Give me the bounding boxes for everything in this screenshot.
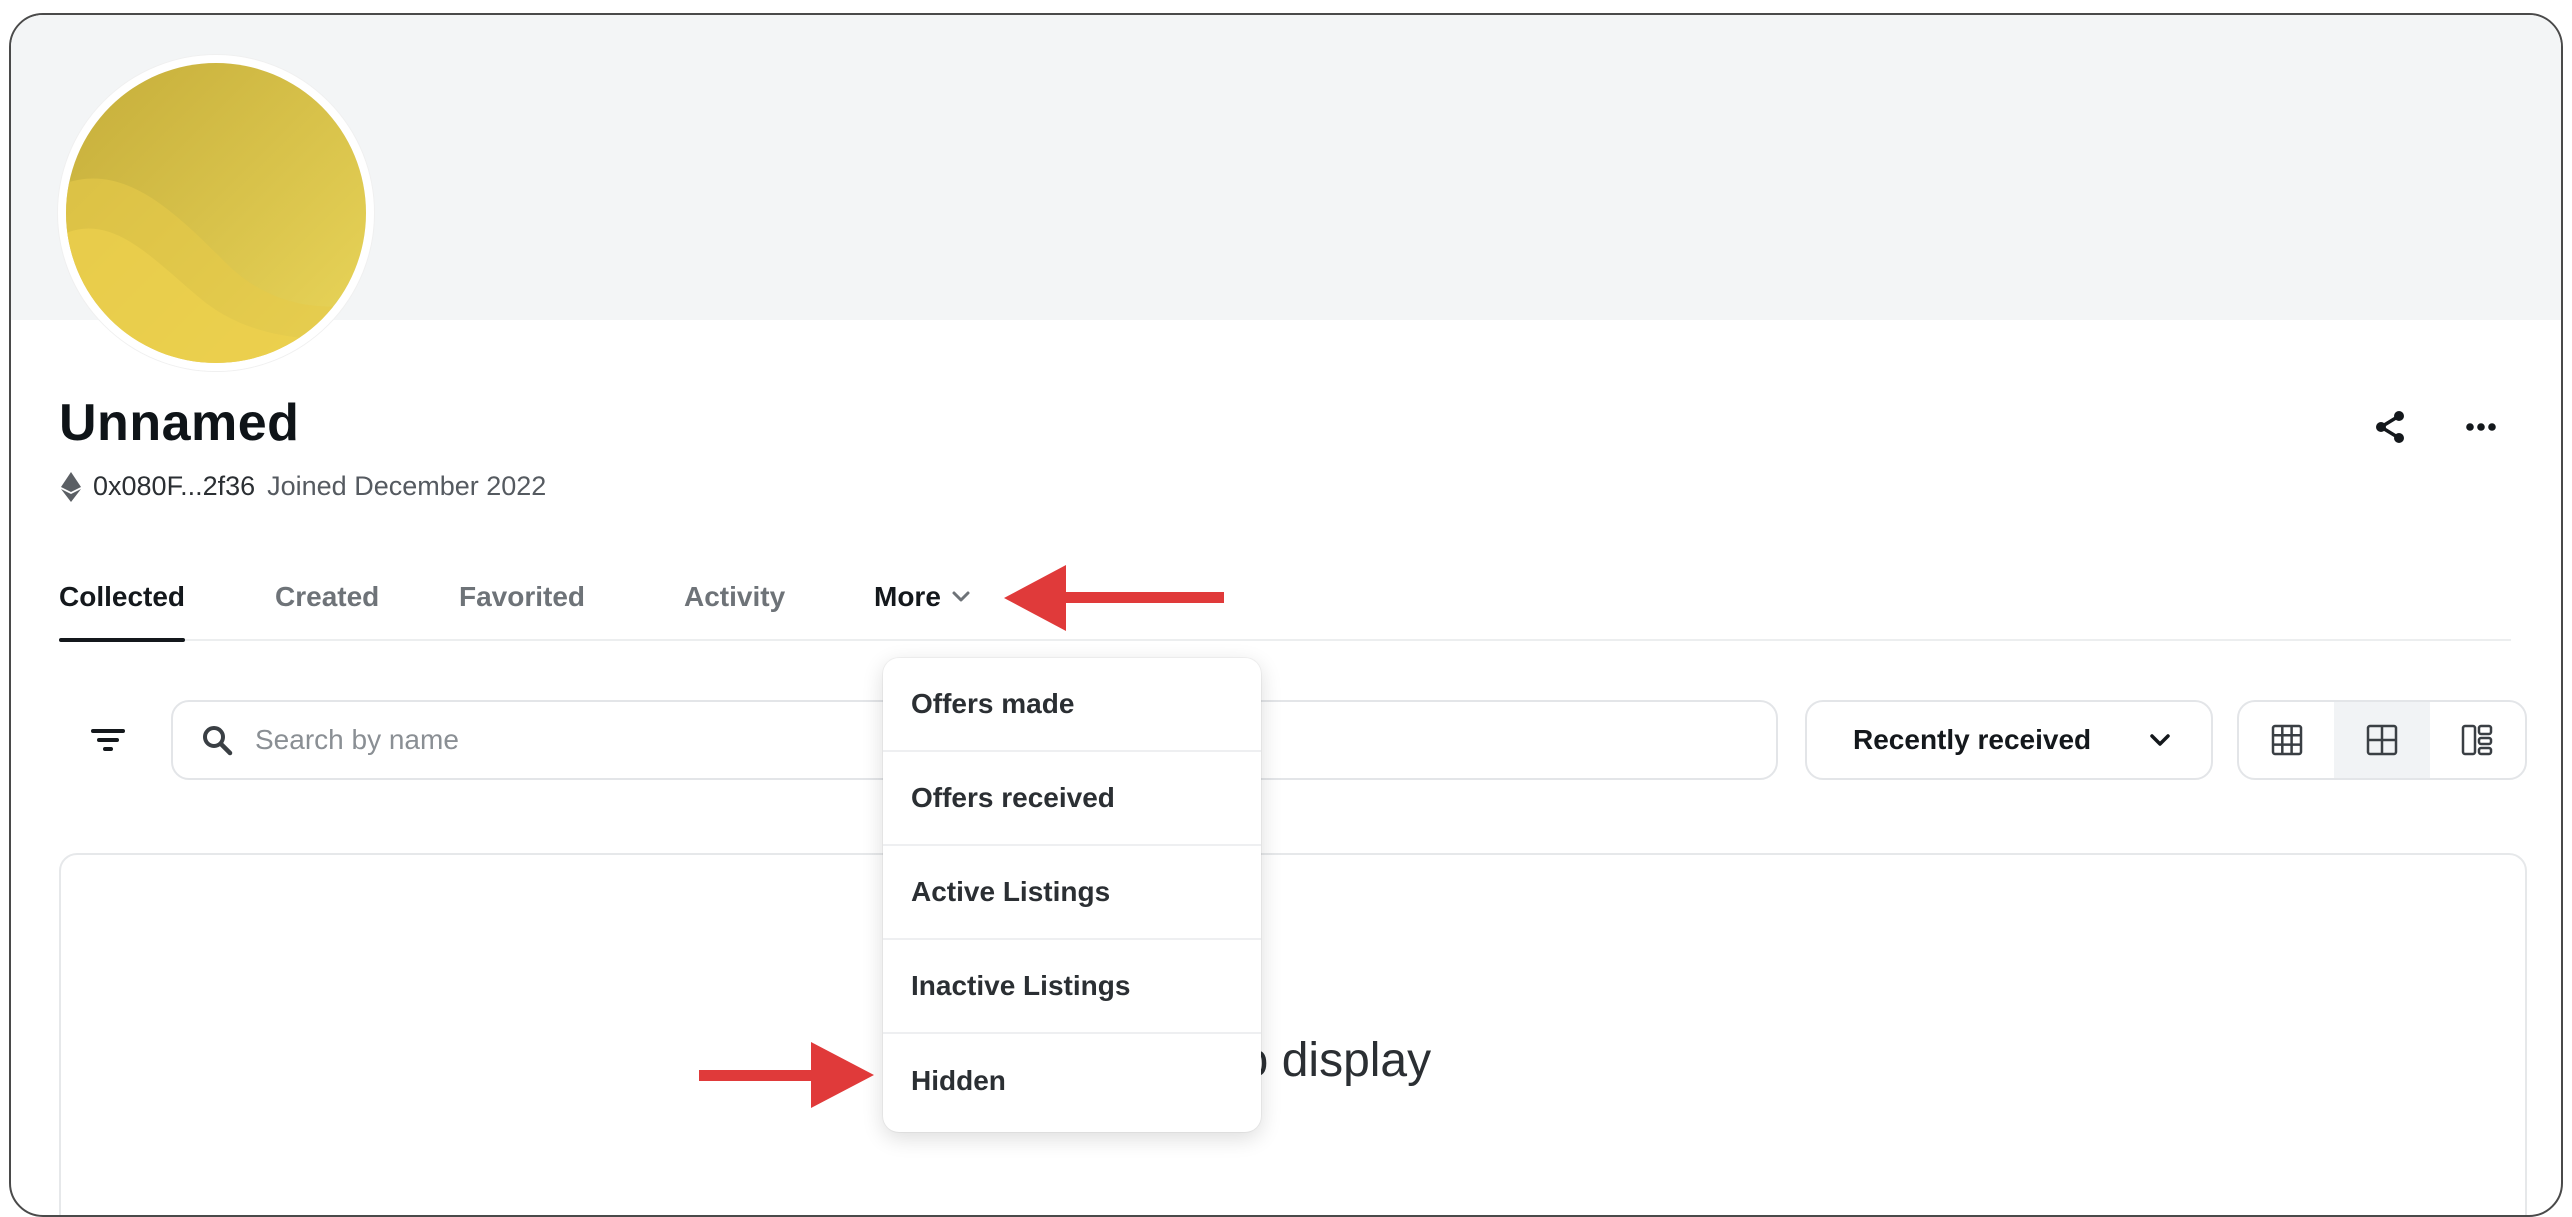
grid-small-icon[interactable] bbox=[2334, 702, 2430, 778]
tab-more[interactable]: More bbox=[874, 581, 971, 613]
grid-large-icon[interactable] bbox=[2239, 702, 2334, 778]
menu-item-active-listings[interactable]: Active Listings bbox=[883, 846, 1261, 940]
wallet-address[interactable]: 0x080F...2f36 bbox=[93, 471, 255, 502]
tab-favorited[interactable]: Favorited bbox=[459, 581, 585, 613]
annotation-arrow-more bbox=[1004, 565, 1224, 631]
profile-tabs: Collected Created Favorited Activity Mor… bbox=[59, 571, 2511, 642]
menu-item-offers-made[interactable]: Offers made bbox=[883, 658, 1261, 752]
menu-item-hidden[interactable]: Hidden bbox=[883, 1034, 1261, 1128]
share-icon[interactable] bbox=[2371, 407, 2411, 447]
tab-activity[interactable]: Activity bbox=[684, 581, 785, 613]
ethereum-icon bbox=[61, 471, 81, 502]
chevron-down-icon bbox=[2150, 734, 2170, 746]
menu-item-offers-received[interactable]: Offers received bbox=[883, 752, 1261, 846]
ellipsis-icon[interactable] bbox=[2461, 407, 2501, 447]
view-mode-toggle bbox=[2237, 700, 2527, 780]
tab-collected[interactable]: Collected bbox=[59, 581, 186, 642]
profile-name: Unnamed bbox=[59, 394, 300, 452]
profile-banner bbox=[11, 15, 2561, 320]
menu-item-inactive-listings[interactable]: Inactive Listings bbox=[883, 940, 1261, 1034]
search-icon bbox=[201, 724, 233, 756]
filter-icon[interactable] bbox=[83, 715, 133, 765]
tab-created[interactable]: Created bbox=[275, 581, 379, 613]
tab-more-label: More bbox=[874, 581, 941, 612]
profile-meta: 0x080F...2f36 Joined December 2022 bbox=[61, 471, 546, 502]
profile-actions bbox=[2371, 407, 2501, 447]
profile-page: Unnamed 0x080F...2f36 Joined December 20… bbox=[9, 13, 2563, 1217]
more-menu: Offers made Offers received Active Listi… bbox=[883, 658, 1261, 1132]
sort-dropdown[interactable]: Recently received bbox=[1805, 700, 2213, 780]
chevron-down-icon bbox=[952, 591, 970, 602]
profile-avatar bbox=[58, 55, 374, 371]
annotation-arrow-hidden bbox=[699, 1042, 874, 1108]
joined-date: Joined December 2022 bbox=[267, 471, 547, 501]
sort-selected-label: Recently received bbox=[1853, 724, 2092, 755]
layout-icon[interactable] bbox=[2430, 702, 2525, 778]
